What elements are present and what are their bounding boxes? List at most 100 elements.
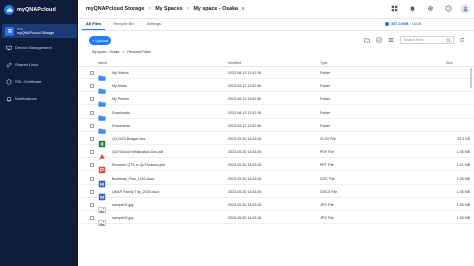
file-name[interactable]: Business_Plan_1203.docx (112, 177, 154, 181)
table-row[interactable]: sample02.jpg 2023-05-30 14:03:26 JPG Fil… (78, 212, 474, 227)
sidebar-item-shared-links[interactable]: Shared Links (2, 60, 77, 69)
file-size: 1.35 MB (456, 150, 470, 155)
device-icon (5, 44, 12, 51)
link-icon (5, 61, 12, 68)
path-segment-folder: Personal Folder (127, 50, 152, 54)
row-checkbox[interactable] (90, 163, 94, 168)
table-row[interactable]: Reconen QTS in QuTScloud.pptx 2023-05-30… (78, 159, 474, 174)
column-modified[interactable]: Modified (228, 61, 241, 65)
file-type: Folder (320, 123, 331, 128)
path-separator: > (122, 50, 125, 54)
list-view-icon[interactable] (387, 36, 395, 44)
refresh-icon[interactable] (458, 36, 466, 44)
file-toolbar: Search Files (359, 36, 466, 44)
row-checkbox[interactable] (90, 203, 94, 207)
file-modified: 2023-05-30 14:03:26 (228, 176, 262, 181)
file-name[interactable]: sample02.jpg (112, 216, 133, 220)
table-row[interactable]: sample01.jpg 2023-05-30 14:03:26 JPG Fil… (78, 199, 474, 214)
sidebar-item-notifications[interactable]: Notifications (2, 94, 77, 103)
breadcrumb-current-space: My space - Osaka (193, 6, 238, 12)
table-row[interactable]: QNAP Family Trip_2023.docx 2023-05-30 14… (78, 186, 474, 200)
new-folder-icon[interactable] (363, 36, 371, 44)
pin-icon[interactable] (241, 6, 245, 12)
brand-logo[interactable]: myQNAPcloud (0, 1, 78, 19)
column-size[interactable]: Size (446, 61, 453, 65)
file-type: JPG File (320, 203, 334, 207)
column-type[interactable]: Type (320, 61, 328, 65)
file-modified: 2023-05-30 14:03:26 (228, 150, 262, 155)
file-name[interactable]: My Videos (112, 71, 129, 75)
tab-bar: All Files Recycle Bin Settings (78, 19, 474, 30)
file-type: Folder (320, 71, 331, 75)
file-type: XLSX File (320, 137, 336, 141)
table-row[interactable]: Business_Plan_1203.docx 2023-05-30 14:03… (78, 173, 474, 187)
folder-icon (98, 82, 106, 94)
row-checkbox[interactable] (90, 150, 94, 155)
settings-gear-icon[interactable] (425, 3, 436, 14)
sidebar-item-ssl-certificate[interactable]: SSL Certificate (2, 77, 77, 86)
row-checkbox[interactable] (90, 176, 94, 181)
table-row[interactable]: Downloads 2023-08-13 11:02:36 Folder (78, 107, 474, 121)
table-row[interactable]: Q4 2023 Budget.xlsx 2023-05-30 14:03:26 … (78, 133, 474, 148)
sidebar-item-label: SSL Certificate (15, 79, 42, 84)
tab-all-files[interactable]: All Files (82, 19, 106, 30)
row-checkbox[interactable] (90, 97, 94, 102)
column-name[interactable]: Name (98, 61, 107, 65)
image-icon (98, 214, 106, 227)
row-checkbox[interactable] (90, 137, 94, 141)
svg-text:?: ? (448, 7, 450, 11)
file-name[interactable]: My Music (112, 84, 127, 88)
file-type: Folder (320, 84, 331, 89)
table-row[interactable]: QuTScloud Initialization Doc.pdf 2023-05… (78, 146, 474, 160)
row-checkbox[interactable] (90, 71, 94, 75)
sidebar-item-label: Device Management (15, 45, 52, 50)
table-row[interactable]: Documents 2023-08-13 11:02:36 Folder (78, 120, 474, 134)
folder-path: My space - Osaka > Personal Folder (92, 50, 154, 54)
sidebar-item-storage[interactable]: NTA myQNAPcloud Storage (2, 24, 77, 38)
sidebar-item-label: Shared Links (15, 62, 39, 67)
tab-recycle-bin[interactable]: Recycle Bin (109, 19, 138, 30)
search-input[interactable]: Search Files (400, 36, 454, 44)
tab-settings[interactable]: Settings (142, 19, 164, 30)
file-name[interactable]: sample01.jpg (112, 203, 133, 207)
file-modified: 2023-05-30 14:03:26 (228, 203, 262, 207)
file-name[interactable]: Downloads (112, 111, 130, 115)
row-checkbox[interactable] (90, 123, 94, 128)
file-modified: 2023-08-13 11:02:36 (228, 84, 262, 89)
folder-icon (98, 122, 106, 134)
file-name[interactable]: QNAP Family Trip_2023.docx (112, 190, 159, 194)
ppt-icon (98, 161, 106, 174)
file-type: PDF File (320, 150, 334, 155)
file-name[interactable]: Q4 2023 Budget.xlsx (112, 137, 145, 141)
file-name[interactable]: Reconen QTS in QuTScloud.pptx (112, 163, 165, 167)
sidebar-item-device-management[interactable]: Device Management (2, 43, 77, 52)
scrollbar[interactable] (470, 68, 472, 88)
row-checkbox[interactable] (90, 110, 94, 115)
row-checkbox[interactable] (90, 216, 94, 221)
user-avatar[interactable] (460, 3, 470, 14)
row-checkbox[interactable] (90, 84, 94, 89)
storage-label: myQNAPcloud Storage (17, 31, 55, 36)
notification-bell-icon[interactable] (407, 3, 418, 14)
storage-grid-icon[interactable] (389, 3, 400, 14)
row-checkbox[interactable] (90, 189, 94, 194)
folder-icon (98, 109, 106, 121)
table-row[interactable]: My Photos 2023-08-13 11:02:36 Folder (78, 93, 474, 108)
help-icon[interactable]: ? (443, 3, 454, 14)
file-modified: 2023-08-13 11:02:36 (228, 123, 262, 128)
file-type: DOC File (320, 176, 335, 181)
select-all-icon[interactable] (375, 36, 383, 44)
upload-button[interactable]: + Upload (89, 36, 111, 45)
file-modified: 2023-05-30 14:03:26 (228, 163, 262, 168)
file-name[interactable]: My Photos (112, 97, 129, 101)
file-name[interactable]: QuTScloud Initialization Doc.pdf (112, 150, 163, 154)
brand-name: myQNAPcloud (17, 7, 56, 13)
path-segment-space[interactable]: My space - Osaka (92, 50, 119, 54)
storage-badge: NTA (17, 26, 23, 31)
table-row[interactable]: My Music 2023-08-13 11:02:36 Folder (78, 80, 474, 94)
table-row[interactable]: My Videos 2023-08-13 11:02:36 Folder (78, 67, 474, 81)
file-size: 1.35 MB (456, 203, 470, 207)
breadcrumb-my-spaces[interactable]: My Spaces (155, 6, 182, 12)
file-name[interactable]: Documents (112, 124, 130, 128)
excel-icon (98, 135, 106, 148)
